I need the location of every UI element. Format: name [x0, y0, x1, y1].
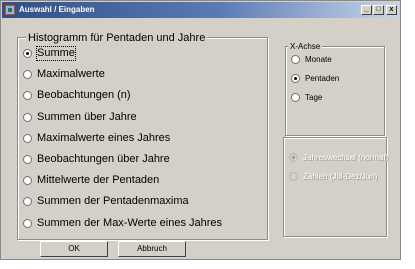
dialog-window: Auswahl / Eingaben _ □ x Histogramm für …: [0, 0, 401, 260]
xachse-radio-1[interactable]: [291, 74, 300, 83]
histogram-label-3: Summen über Jahre: [37, 110, 137, 123]
window-title: Auswahl / Eingaben: [19, 5, 95, 14]
xachse-label-1: Pentaden: [305, 74, 340, 83]
xachse-radio-0[interactable]: [291, 55, 300, 64]
histogram-radio-2[interactable]: [23, 91, 32, 101]
histogram-label-6: Mittelwerte der Pentaden: [37, 174, 160, 187]
histogram-radio-4[interactable]: [23, 133, 32, 143]
xachse-groupbox: X-Achse Monate Pentaden Tage: [285, 42, 385, 136]
histogram-radio-7[interactable]: [23, 197, 32, 207]
histogram-radio-6[interactable]: [23, 176, 32, 186]
histogram-groupbox: Histogramm für Pentaden und Jahre Summe M…: [17, 32, 268, 240]
title-bar[interactable]: Auswahl / Eingaben _ □ x: [2, 2, 399, 18]
year-radio-1: [289, 172, 298, 181]
xachse-radio-2[interactable]: [291, 93, 300, 102]
histogram-label-7: Summen der Pentadenmaxima: [37, 195, 189, 208]
histogram-radio-8[interactable]: [23, 218, 32, 228]
histogram-radio-3[interactable]: [23, 112, 32, 122]
year-groupbox: Jahreswechsel (normal) Zählen (Jul-Dez/Ju…: [283, 137, 388, 237]
histogram-label-5: Beobachtungen über Jahre: [37, 153, 170, 165]
maximize-button[interactable]: □: [373, 5, 384, 15]
close-button[interactable]: x: [386, 5, 397, 15]
app-icon: [5, 5, 15, 15]
minimize-button[interactable]: _: [361, 5, 372, 15]
ok-button[interactable]: OK: [40, 241, 108, 257]
histogram-label-1: Maximalwerte: [37, 68, 105, 81]
histogram-radio-5[interactable]: [23, 155, 32, 164]
histogram-label-2: Beobachtungen (n): [37, 89, 131, 102]
histogram-label-0: Summe: [36, 46, 76, 61]
abbruch-button[interactable]: Abbruch: [118, 241, 186, 257]
year-label-0: Jahreswechsel (normal): [303, 153, 388, 162]
xachse-label-2: Tage: [305, 93, 323, 102]
year-label-1: Zählen (Jul-Dez/Jun): [303, 172, 378, 181]
histogram-label-4: Maximalwerte eines Jahres: [37, 131, 171, 144]
year-radio-0: [289, 153, 298, 162]
xachse-group-label: X-Achse: [288, 42, 323, 52]
xachse-label-0: Monate: [305, 55, 332, 64]
histogram-radio-0[interactable]: [23, 49, 32, 58]
histogram-group-label: Histogramm für Pentaden und Jahre: [26, 32, 208, 44]
histogram-label-8: Summen der Max-Werte eines Jahres: [37, 216, 223, 229]
histogram-radio-1[interactable]: [23, 70, 32, 80]
